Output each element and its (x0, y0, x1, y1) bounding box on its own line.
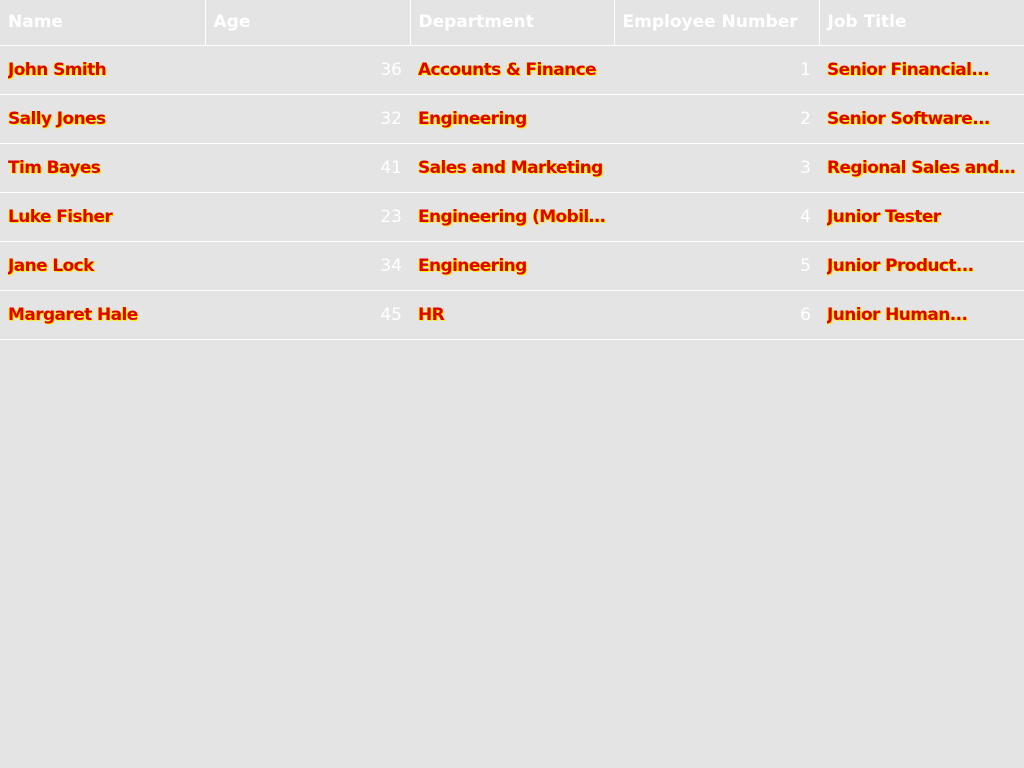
department-cell[interactable]: Engineering (410, 241, 614, 291)
name-cell[interactable]: Sally Jones (0, 94, 205, 144)
age-cell[interactable]: 23 (205, 192, 410, 242)
name-cell[interactable]: Margaret Hale (0, 290, 205, 340)
job-title-cell[interactable]: Senior Software... (819, 94, 1024, 144)
age-cell[interactable]: 34 (205, 241, 410, 291)
job-title-cell[interactable]: Junior Product... (819, 241, 1024, 291)
column-header-employee-number[interactable]: Employee Number (614, 0, 820, 46)
department-cell[interactable]: Engineering (Mobile... (410, 192, 614, 242)
table-row[interactable]: Luke Fisher 23 Engineering (Mobile... 4 … (0, 192, 1024, 242)
age-cell[interactable]: 45 (205, 290, 410, 340)
name-cell[interactable]: Jane Lock (0, 241, 205, 291)
age-cell[interactable]: 32 (205, 94, 410, 144)
name-cell[interactable]: Tim Bayes (0, 143, 205, 193)
department-cell[interactable]: Engineering (410, 94, 614, 144)
job-title-cell[interactable]: Junior Human... (819, 290, 1024, 340)
table-row[interactable]: Margaret Hale 45 HR 6 Junior Human... (0, 290, 1024, 340)
department-cell[interactable]: HR (410, 290, 614, 340)
table-row[interactable]: Tim Bayes 41 Sales and Marketing 3 Regio… (0, 143, 1024, 193)
column-header-department[interactable]: Department (410, 0, 615, 46)
department-cell[interactable]: Sales and Marketing (410, 143, 614, 193)
employee-number-cell[interactable]: 6 (614, 290, 819, 340)
name-cell[interactable]: Luke Fisher (0, 192, 205, 242)
table-row[interactable]: John Smith 36 Accounts & Finance 1 Senio… (0, 45, 1024, 95)
employee-number-cell[interactable]: 1 (614, 45, 819, 95)
age-cell[interactable]: 36 (205, 45, 410, 95)
employee-number-cell[interactable]: 3 (614, 143, 819, 193)
column-header-age[interactable]: Age (205, 0, 411, 46)
column-header-job-title[interactable]: Job Title (819, 0, 1024, 46)
employee-table: Name Age Department Employee Number Job … (0, 0, 1024, 340)
column-header-name[interactable]: Name (0, 0, 206, 46)
header-row: Name Age Department Employee Number Job … (0, 0, 1024, 46)
table-row[interactable]: Jane Lock 34 Engineering 5 Junior Produc… (0, 241, 1024, 291)
name-cell[interactable]: John Smith (0, 45, 205, 95)
table-row[interactable]: Sally Jones 32 Engineering 2 Senior Soft… (0, 94, 1024, 144)
job-title-cell[interactable]: Junior Tester (819, 192, 1024, 242)
job-title-cell[interactable]: Senior Financial... (819, 45, 1024, 95)
age-cell[interactable]: 41 (205, 143, 410, 193)
job-title-cell[interactable]: Regional Sales and... (819, 143, 1024, 193)
employee-number-cell[interactable]: 2 (614, 94, 819, 144)
employee-number-cell[interactable]: 4 (614, 192, 819, 242)
employee-number-cell[interactable]: 5 (614, 241, 819, 291)
department-cell[interactable]: Accounts & Finance (410, 45, 614, 95)
